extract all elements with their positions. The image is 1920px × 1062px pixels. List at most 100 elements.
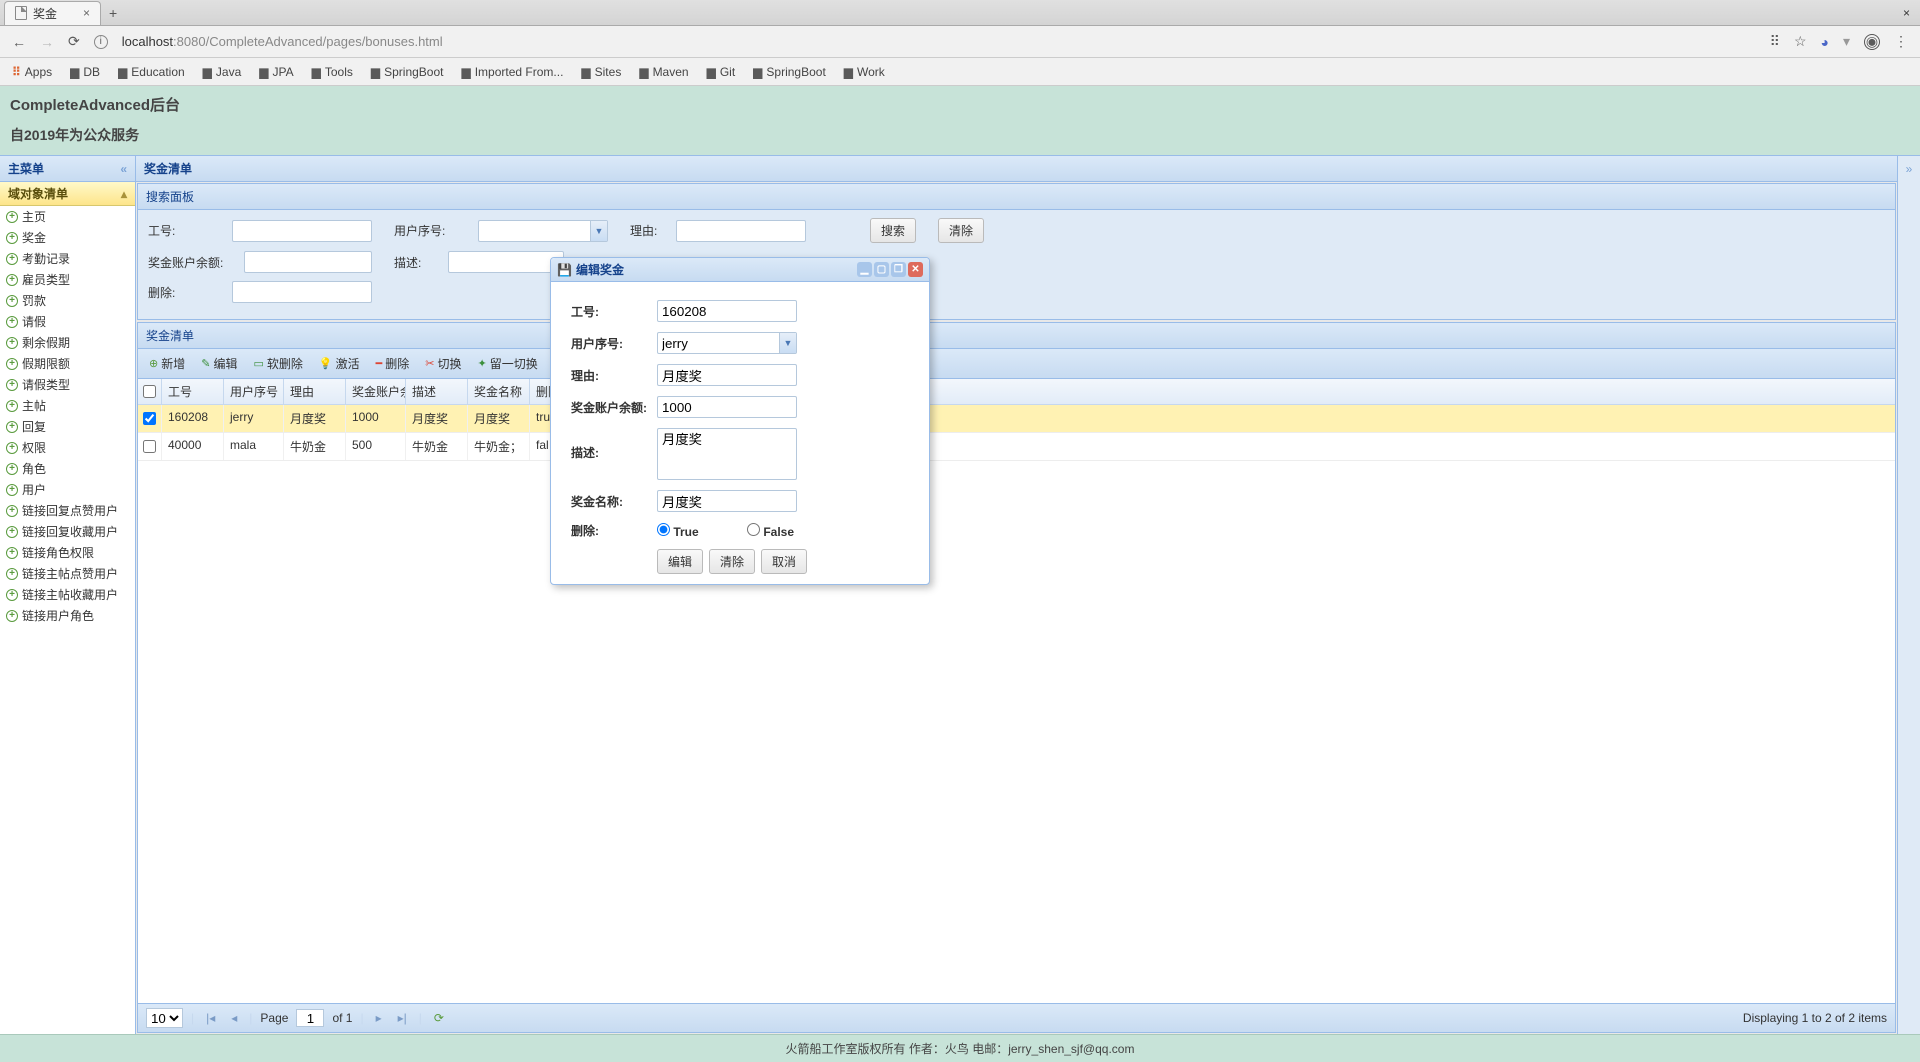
clear-button[interactable]: 清除: [938, 218, 984, 243]
restore-icon[interactable]: ❐: [891, 262, 906, 277]
bookmark-folder[interactable]: ▆SpringBoot: [371, 65, 444, 79]
bookmark-folder[interactable]: ▆Git: [707, 65, 736, 79]
search-button[interactable]: 搜索: [870, 218, 916, 243]
select-all-checkbox[interactable]: [143, 385, 156, 398]
extension-icon[interactable]: ◕: [1821, 34, 1829, 50]
row-checkbox[interactable]: [143, 412, 156, 425]
bookmark-folder[interactable]: ▆Tools: [312, 65, 353, 79]
modal-user-combo[interactable]: [657, 332, 797, 354]
bookmark-folder[interactable]: ▆Work: [844, 65, 885, 79]
modal-name-input[interactable]: [657, 490, 797, 512]
new-tab-button[interactable]: +: [109, 5, 117, 21]
nav-item[interactable]: +雇员类型: [0, 269, 135, 290]
bookmark-folder[interactable]: ▆DB: [70, 65, 100, 79]
pagesize-select[interactable]: 10: [146, 1008, 183, 1028]
edit-button[interactable]: ✎编辑: [194, 352, 244, 375]
prev-page-icon[interactable]: ◂: [227, 1011, 241, 1025]
nav-item[interactable]: +主帖: [0, 395, 135, 416]
tab-close-icon[interactable]: ×: [83, 6, 90, 20]
nav-item[interactable]: +链接主帖收藏用户: [0, 584, 135, 605]
modal-clear-button[interactable]: 清除: [709, 549, 755, 574]
search-id-input[interactable]: [232, 220, 372, 242]
nav-item[interactable]: +请假: [0, 311, 135, 332]
translate-icon[interactable]: ⠿: [1770, 33, 1780, 50]
next-page-icon[interactable]: ▸: [372, 1011, 386, 1025]
modal-balance-input[interactable]: [657, 396, 797, 418]
stayswitch-button[interactable]: ✦留一切换: [470, 352, 544, 375]
minimize-icon[interactable]: ▁: [857, 262, 872, 277]
modal-id-input[interactable]: [657, 300, 797, 322]
modal-edit-button[interactable]: 编辑: [657, 549, 703, 574]
col-desc[interactable]: 描述: [406, 379, 468, 404]
search-desc-input[interactable]: [448, 251, 564, 273]
search-balance-input[interactable]: [244, 251, 372, 273]
radio-false-input[interactable]: [747, 523, 760, 536]
nav-item[interactable]: +链接主帖点赞用户: [0, 563, 135, 584]
bookmark-folder[interactable]: ▆Education: [118, 65, 185, 79]
bookmark-folder[interactable]: ▆Sites: [581, 65, 621, 79]
browser-tab[interactable]: 奖金 ×: [4, 1, 101, 25]
col-name[interactable]: 奖金名称: [468, 379, 530, 404]
search-del-input[interactable]: [232, 281, 372, 303]
extension2-icon[interactable]: ▾: [1843, 33, 1850, 50]
close-icon[interactable]: ✕: [908, 262, 923, 277]
window-close-icon[interactable]: ×: [1903, 6, 1910, 20]
softdelete-button[interactable]: ▭软删除: [246, 352, 309, 375]
modal-desc-textarea[interactable]: [657, 428, 797, 480]
bookmark-folder[interactable]: ▆Java: [203, 65, 242, 79]
nav-item[interactable]: +请假类型: [0, 374, 135, 395]
dialog-header[interactable]: 💾 编辑奖金 ▁ ▢ ❐ ✕: [551, 258, 929, 282]
switch-button[interactable]: ✂切换: [418, 352, 468, 375]
nav-item[interactable]: +考勤记录: [0, 248, 135, 269]
apps-bookmark[interactable]: ⠿Apps: [12, 65, 52, 79]
nav-item[interactable]: +罚款: [0, 290, 135, 311]
col-user[interactable]: 用户序号: [224, 379, 284, 404]
table-row[interactable]: 40000mala牛奶金500牛奶金牛奶金；fal: [138, 433, 1895, 461]
chevron-down-icon[interactable]: ▼: [590, 221, 607, 241]
radio-true[interactable]: True: [657, 523, 737, 539]
collapse-icon[interactable]: «: [120, 162, 127, 176]
delete-button[interactable]: ━删除: [369, 352, 417, 375]
col-id[interactable]: 工号: [162, 379, 224, 404]
nav-item[interactable]: +链接角色权限: [0, 542, 135, 563]
back-icon[interactable]: ←: [12, 34, 26, 50]
search-reason-input[interactable]: [676, 220, 806, 242]
info-icon[interactable]: i: [94, 35, 108, 49]
add-button[interactable]: ⊕新增: [142, 352, 192, 375]
bookmark-folder[interactable]: ▆JPA: [259, 65, 293, 79]
chevron-down-icon[interactable]: ▼: [779, 333, 796, 353]
nav-item[interactable]: +假期限额: [0, 353, 135, 374]
forward-icon[interactable]: →: [40, 34, 54, 50]
nav-item[interactable]: +主页: [0, 206, 135, 227]
maximize-icon[interactable]: ▢: [874, 262, 889, 277]
nav-item[interactable]: +权限: [0, 437, 135, 458]
radio-true-input[interactable]: [657, 523, 670, 536]
url-text[interactable]: localhost:8080/CompleteAdvanced/pages/bo…: [122, 34, 443, 49]
row-checkbox[interactable]: [143, 440, 156, 453]
activate-button[interactable]: 💡激活: [312, 352, 367, 375]
bookmark-star-icon[interactable]: ☆: [1794, 33, 1807, 50]
col-checkbox[interactable]: [138, 379, 162, 404]
nav-item[interactable]: +链接回复点赞用户: [0, 500, 135, 521]
first-page-icon[interactable]: |◂: [202, 1011, 219, 1025]
nav-item[interactable]: +回复: [0, 416, 135, 437]
modal-reason-input[interactable]: [657, 364, 797, 386]
nav-item[interactable]: +角色: [0, 458, 135, 479]
nav-item[interactable]: +链接用户角色: [0, 605, 135, 626]
table-row[interactable]: 160208jerry月度奖1000月度奖月度奖tru: [138, 405, 1895, 433]
refresh-icon[interactable]: ⟳: [430, 1011, 448, 1025]
profile-icon[interactable]: ◉: [1864, 34, 1880, 50]
right-collapse[interactable]: »: [1898, 156, 1920, 1034]
radio-false[interactable]: False: [747, 523, 827, 539]
accordion-header[interactable]: 域对象清单 ▴: [0, 182, 135, 206]
bookmark-folder[interactable]: ▆Imported From...: [461, 65, 563, 79]
page-input[interactable]: [296, 1009, 324, 1027]
menu-icon[interactable]: ⋮: [1894, 33, 1908, 50]
col-balance[interactable]: 奖金账户余额: [346, 379, 406, 404]
search-user-combo[interactable]: [478, 220, 608, 242]
last-page-icon[interactable]: ▸|: [394, 1011, 411, 1025]
modal-cancel-button[interactable]: 取消: [761, 549, 807, 574]
nav-item[interactable]: +剩余假期: [0, 332, 135, 353]
bookmark-folder[interactable]: ▆Maven: [639, 65, 688, 79]
reload-icon[interactable]: ⟳: [68, 33, 80, 50]
